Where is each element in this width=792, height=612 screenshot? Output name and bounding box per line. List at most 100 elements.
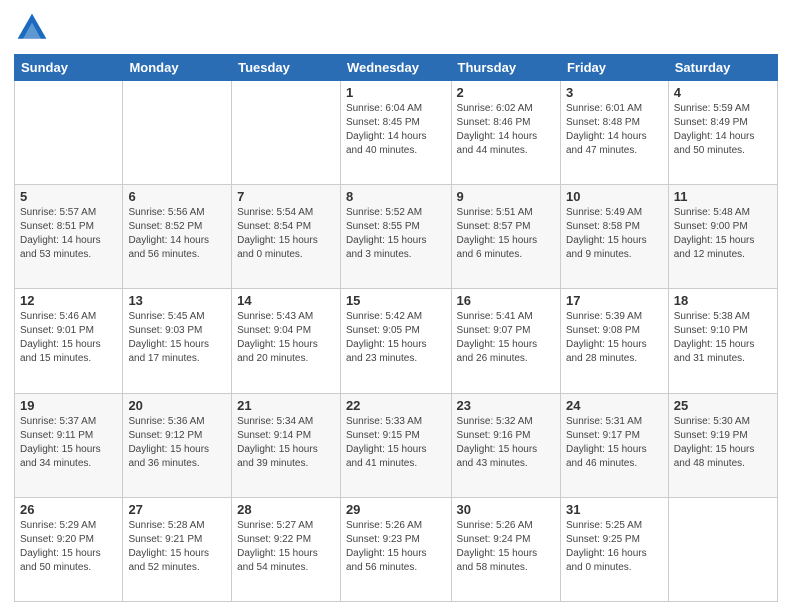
day-info: Sunrise: 5:45 AM Sunset: 9:03 PM Dayligh… xyxy=(128,310,226,366)
calendar-cell xyxy=(15,81,123,185)
calendar-cell: 11 Sunrise: 5:48 AM Sunset: 9:00 PM Dayli… xyxy=(668,185,777,289)
day-number: 8 xyxy=(346,189,446,204)
calendar-cell: 25 Sunrise: 5:30 AM Sunset: 9:19 PM Dayli… xyxy=(668,393,777,497)
calendar-week-row: 5 Sunrise: 5:57 AM Sunset: 8:51 PM Daylig… xyxy=(15,185,778,289)
day-number: 26 xyxy=(20,502,117,517)
day-number: 3 xyxy=(566,85,663,100)
calendar-cell: 15Sunrise: 5:42 AM Sunset: 9:05 PM Dayli… xyxy=(340,289,451,393)
calendar-cell: 8 Sunrise: 5:52 AM Sunset: 8:55 PM Daylig… xyxy=(340,185,451,289)
day-number: 25 xyxy=(674,398,772,413)
day-info: Sunrise: 5:36 AM Sunset: 9:12 PM Dayligh… xyxy=(128,415,226,471)
day-info: Sunrise: 5:30 AM Sunset: 9:19 PM Dayligh… xyxy=(674,415,772,471)
day-info: Sunrise: 5:38 AM Sunset: 9:10 PM Dayligh… xyxy=(674,310,772,366)
day-info: Sunrise: 5:25 AM Sunset: 9:25 PM Dayligh… xyxy=(566,519,663,575)
day-info: Sunrise: 5:37 AM Sunset: 9:11 PM Dayligh… xyxy=(20,415,117,471)
calendar-cell xyxy=(232,81,341,185)
day-number: 2 xyxy=(457,85,555,100)
calendar-week-row: 12 Sunrise: 5:46 AM Sunset: 9:01 PM Dayli… xyxy=(15,289,778,393)
day-number: 17 xyxy=(566,293,663,308)
day-number: 23 xyxy=(457,398,555,413)
day-info: Sunrise: 5:46 AM Sunset: 9:01 PM Dayligh… xyxy=(20,310,117,366)
calendar-cell: 7 Sunrise: 5:54 AM Sunset: 8:54 PM Daylig… xyxy=(232,185,341,289)
day-info: Sunrise: 5:29 AM Sunset: 9:20 PM Dayligh… xyxy=(20,519,117,575)
day-number: 6 xyxy=(128,189,226,204)
header-friday: Friday xyxy=(560,55,668,81)
calendar-cell xyxy=(123,81,232,185)
day-info: Sunrise: 5:27 AM Sunset: 9:22 PM Dayligh… xyxy=(237,519,335,575)
day-number: 10 xyxy=(566,189,663,204)
day-number: 13 xyxy=(128,293,226,308)
day-number: 20 xyxy=(128,398,226,413)
calendar-cell: 16 Sunrise: 5:41 AM Sunset: 9:07 PM Dayli… xyxy=(451,289,560,393)
day-number: 4 xyxy=(674,85,772,100)
day-info: Sunrise: 5:28 AM Sunset: 9:21 PM Dayligh… xyxy=(128,519,226,575)
day-info: Sunrise: 5:43 AM Sunset: 9:04 PM Dayligh… xyxy=(237,310,335,366)
day-number: 11 xyxy=(674,189,772,204)
calendar-week-row: 26 Sunrise: 5:29 AM Sunset: 9:20 PM Dayli… xyxy=(15,497,778,601)
day-info: Sunrise: 5:26 AM Sunset: 9:23 PM Dayligh… xyxy=(346,519,446,575)
header-sunday: Sunday xyxy=(15,55,123,81)
calendar-cell: 18 Sunrise: 5:38 AM Sunset: 9:10 PM Dayli… xyxy=(668,289,777,393)
day-number: 5 xyxy=(20,189,117,204)
calendar-cell: 26 Sunrise: 5:29 AM Sunset: 9:20 PM Dayli… xyxy=(15,497,123,601)
day-info: Sunrise: 5:56 AM Sunset: 8:52 PM Dayligh… xyxy=(128,206,226,262)
calendar-cell xyxy=(668,497,777,601)
day-number: 21 xyxy=(237,398,335,413)
header-wednesday: Wednesday xyxy=(340,55,451,81)
day-info: Sunrise: 6:01 AM Sunset: 8:48 PM Dayligh… xyxy=(566,102,663,158)
day-number: 22 xyxy=(346,398,446,413)
page: Sunday Monday Tuesday Wednesday Thursday… xyxy=(0,0,792,612)
day-number: 16 xyxy=(457,293,555,308)
day-info: Sunrise: 5:33 AM Sunset: 9:15 PM Dayligh… xyxy=(346,415,446,471)
calendar-cell: 27 Sunrise: 5:28 AM Sunset: 9:21 PM Dayli… xyxy=(123,497,232,601)
calendar-cell: 24 Sunrise: 5:31 AM Sunset: 9:17 PM Dayli… xyxy=(560,393,668,497)
calendar-cell: 17 Sunrise: 5:39 AM Sunset: 9:08 PM Dayli… xyxy=(560,289,668,393)
day-info: Sunrise: 5:57 AM Sunset: 8:51 PM Dayligh… xyxy=(20,206,117,262)
calendar-cell: 12 Sunrise: 5:46 AM Sunset: 9:01 PM Dayli… xyxy=(15,289,123,393)
day-number: 18 xyxy=(674,293,772,308)
weekday-header-row: Sunday Monday Tuesday Wednesday Thursday… xyxy=(15,55,778,81)
calendar-cell: 9Sunrise: 5:51 AM Sunset: 8:57 PM Daylig… xyxy=(451,185,560,289)
calendar-cell: 3 Sunrise: 6:01 AM Sunset: 8:48 PM Daylig… xyxy=(560,81,668,185)
day-info: Sunrise: 5:52 AM Sunset: 8:55 PM Dayligh… xyxy=(346,206,446,262)
day-info: Sunrise: 5:32 AM Sunset: 9:16 PM Dayligh… xyxy=(457,415,555,471)
day-number: 14 xyxy=(237,293,335,308)
calendar-cell: 31 Sunrise: 5:25 AM Sunset: 9:25 PM Dayli… xyxy=(560,497,668,601)
calendar-cell: 1Sunrise: 6:04 AM Sunset: 8:45 PM Daylig… xyxy=(340,81,451,185)
day-number: 1 xyxy=(346,85,446,100)
calendar-cell: 22 Sunrise: 5:33 AM Sunset: 9:15 PM Dayli… xyxy=(340,393,451,497)
day-info: Sunrise: 5:41 AM Sunset: 9:07 PM Dayligh… xyxy=(457,310,555,366)
calendar-cell: 10 Sunrise: 5:49 AM Sunset: 8:58 PM Dayli… xyxy=(560,185,668,289)
logo-icon xyxy=(14,10,50,46)
day-info: Sunrise: 5:48 AM Sunset: 9:00 PM Dayligh… xyxy=(674,206,772,262)
header xyxy=(14,10,778,46)
day-info: Sunrise: 5:59 AM Sunset: 8:49 PM Dayligh… xyxy=(674,102,772,158)
calendar-cell: 19 Sunrise: 5:37 AM Sunset: 9:11 PM Dayli… xyxy=(15,393,123,497)
day-info: Sunrise: 5:31 AM Sunset: 9:17 PM Dayligh… xyxy=(566,415,663,471)
day-info: Sunrise: 5:49 AM Sunset: 8:58 PM Dayligh… xyxy=(566,206,663,262)
header-monday: Monday xyxy=(123,55,232,81)
day-number: 12 xyxy=(20,293,117,308)
calendar-cell: 4 Sunrise: 5:59 AM Sunset: 8:49 PM Daylig… xyxy=(668,81,777,185)
day-number: 29 xyxy=(346,502,446,517)
logo xyxy=(14,10,52,46)
calendar-cell: 23 Sunrise: 5:32 AM Sunset: 9:16 PM Dayli… xyxy=(451,393,560,497)
header-thursday: Thursday xyxy=(451,55,560,81)
header-saturday: Saturday xyxy=(668,55,777,81)
calendar-week-row: 1Sunrise: 6:04 AM Sunset: 8:45 PM Daylig… xyxy=(15,81,778,185)
day-info: Sunrise: 5:54 AM Sunset: 8:54 PM Dayligh… xyxy=(237,206,335,262)
day-number: 31 xyxy=(566,502,663,517)
calendar-cell: 20 Sunrise: 5:36 AM Sunset: 9:12 PM Dayli… xyxy=(123,393,232,497)
day-number: 28 xyxy=(237,502,335,517)
day-info: Sunrise: 5:39 AM Sunset: 9:08 PM Dayligh… xyxy=(566,310,663,366)
calendar-cell: 29 Sunrise: 5:26 AM Sunset: 9:23 PM Dayli… xyxy=(340,497,451,601)
calendar-cell: 2Sunrise: 6:02 AM Sunset: 8:46 PM Daylig… xyxy=(451,81,560,185)
day-number: 7 xyxy=(237,189,335,204)
day-number: 27 xyxy=(128,502,226,517)
header-tuesday: Tuesday xyxy=(232,55,341,81)
calendar-cell: 5 Sunrise: 5:57 AM Sunset: 8:51 PM Daylig… xyxy=(15,185,123,289)
day-number: 24 xyxy=(566,398,663,413)
day-number: 9 xyxy=(457,189,555,204)
day-number: 19 xyxy=(20,398,117,413)
day-info: Sunrise: 5:42 AM Sunset: 9:05 PM Dayligh… xyxy=(346,310,446,366)
